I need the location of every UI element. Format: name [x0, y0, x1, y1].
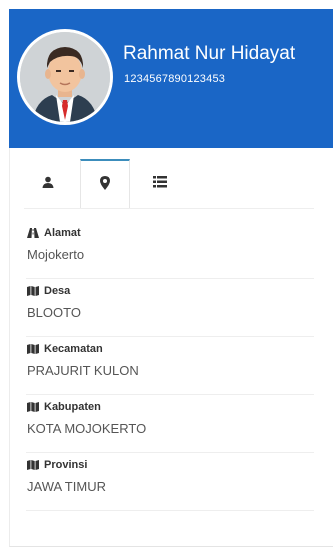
detail-value: KOTA MOJOKERTO [27, 421, 147, 436]
user-name: Rahmat Nur Hidayat [123, 43, 296, 64]
road-icon [27, 228, 39, 238]
profile-tabs [24, 159, 316, 209]
profile-page: Rahmat Nur Hidayat 1234567890123453 Alam… [0, 0, 333, 559]
detail-value: BLOOTO [27, 305, 81, 320]
detail-label: Alamat [44, 227, 81, 239]
detail-value: Mojokerto [27, 247, 85, 262]
detail-label: Provinsi [44, 459, 88, 471]
user-icon [42, 175, 54, 193]
detail-kecamatan: Kecamatan PRAJURIT KULON [26, 337, 314, 395]
detail-label: Kabupaten [44, 401, 101, 413]
map-marker-icon [100, 175, 110, 195]
detail-kabupaten: Kabupaten KOTA MOJOKERTO [26, 395, 314, 453]
map-icon [27, 344, 39, 354]
map-icon [27, 286, 39, 296]
detail-value: PRAJURIT KULON [27, 363, 139, 378]
tab-personal[interactable] [24, 159, 72, 209]
avatar [20, 32, 110, 122]
tabs-divider [24, 208, 314, 209]
detail-alamat: Alamat Mojokerto [26, 221, 314, 279]
map-icon [27, 460, 39, 470]
map-icon [27, 402, 39, 412]
detail-provinsi: Provinsi JAWA TIMUR [26, 453, 314, 511]
top-spacer [0, 0, 333, 9]
tab-location[interactable] [80, 159, 130, 209]
detail-value: JAWA TIMUR [27, 479, 106, 494]
list-icon [153, 175, 167, 193]
avatar-image [20, 32, 110, 122]
profile-header: Rahmat Nur Hidayat 1234567890123453 [9, 9, 333, 148]
profile-card: Alamat Mojokerto Desa BLOOTO Kecamatan P… [9, 148, 333, 547]
detail-label: Desa [44, 285, 71, 297]
bottom-spacer [9, 547, 333, 559]
detail-label: Kecamatan [44, 343, 103, 355]
location-details: Alamat Mojokerto Desa BLOOTO Kecamatan P… [26, 221, 314, 511]
detail-desa: Desa BLOOTO [26, 279, 314, 337]
tab-list[interactable] [136, 159, 184, 209]
user-id-number: 1234567890123453 [124, 73, 226, 85]
